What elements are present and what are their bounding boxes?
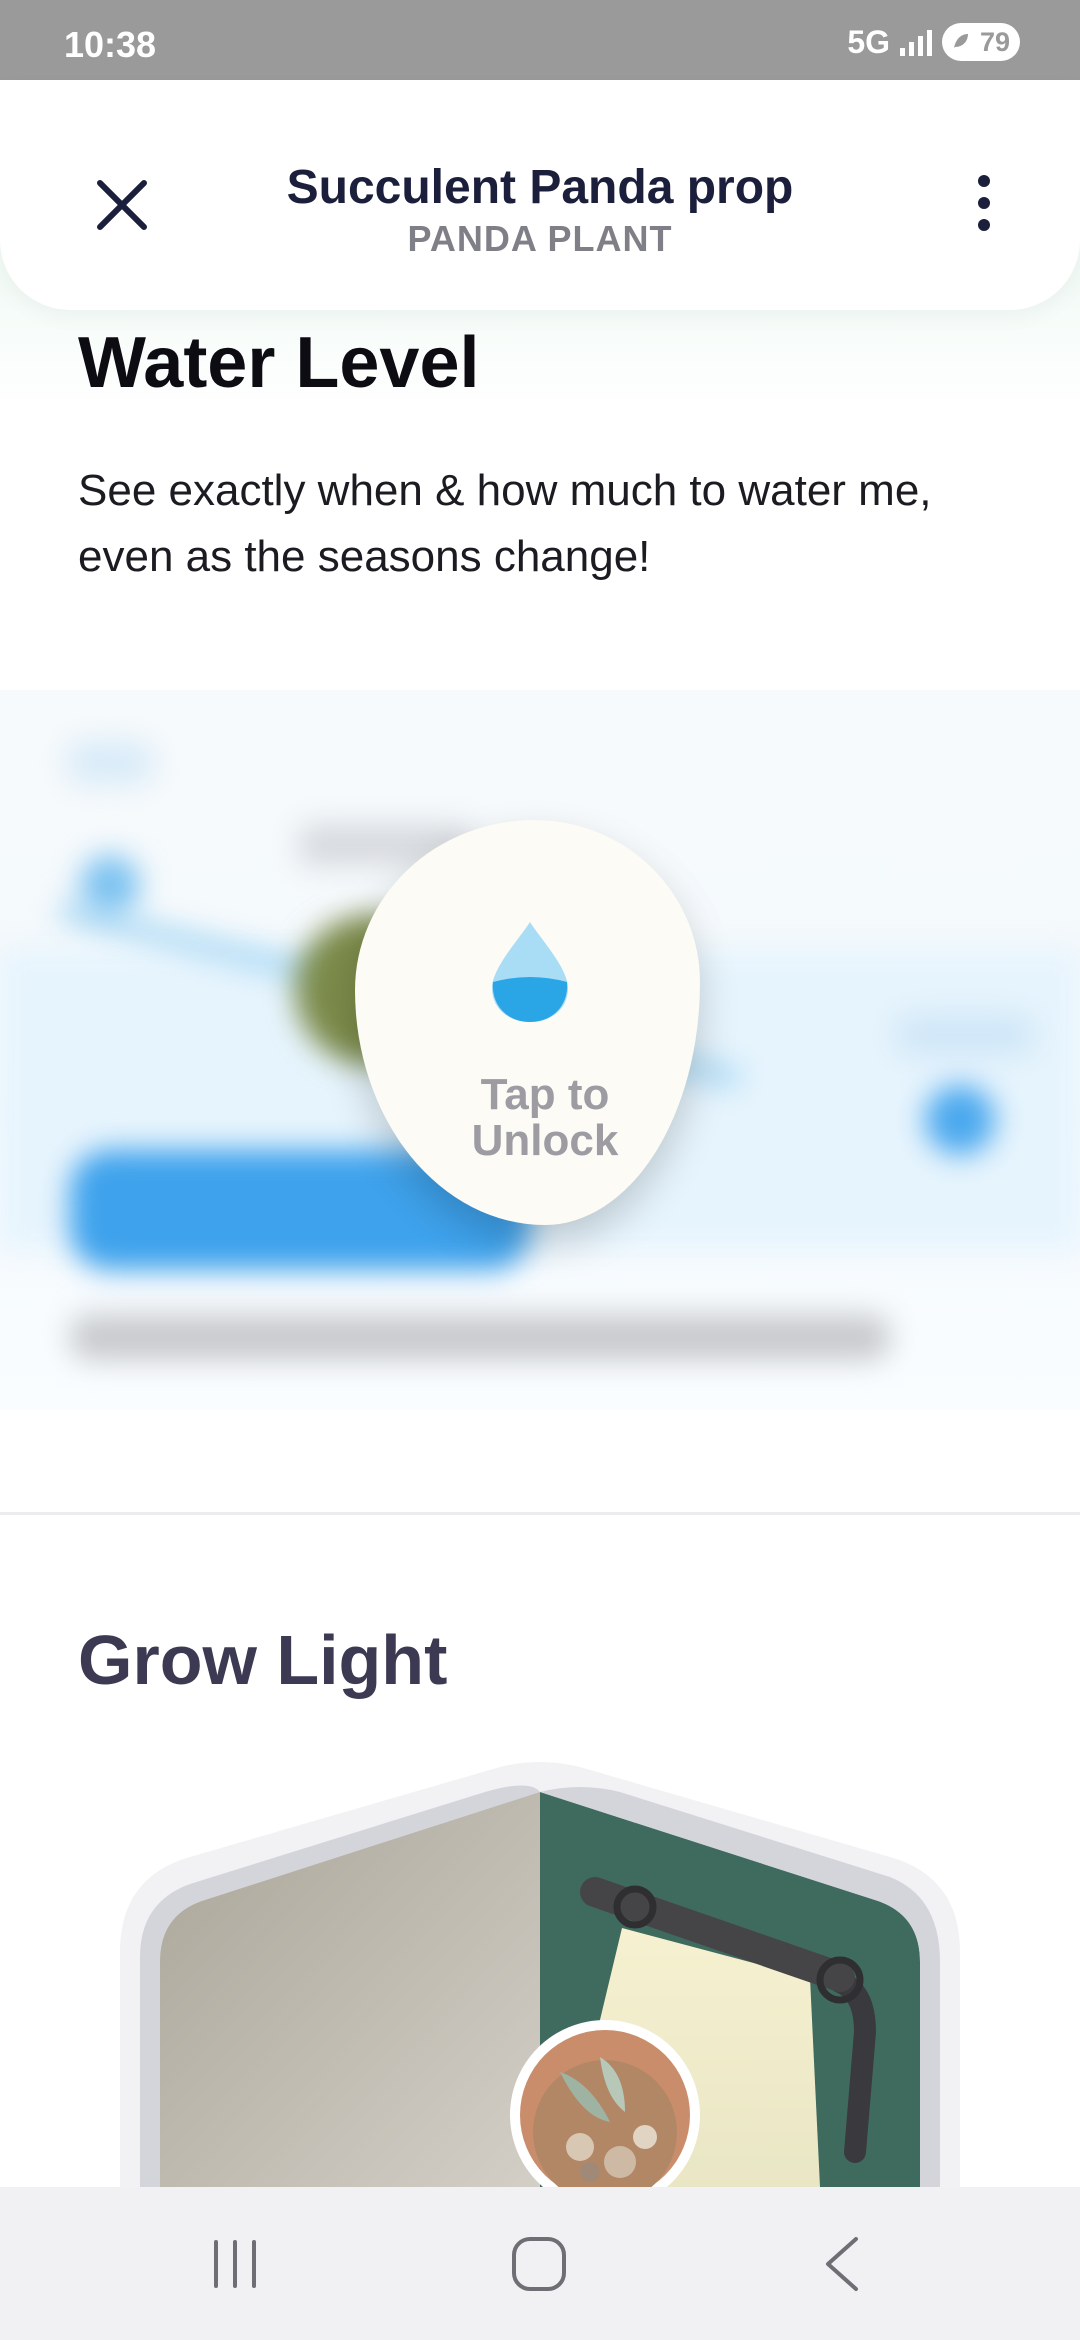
plant-species: PANDA PLANT: [407, 218, 673, 259]
battery-level: 79: [979, 26, 1010, 57]
signal-icon: [900, 28, 932, 56]
battery-saver-icon: [954, 34, 968, 48]
network-type: 5G: [847, 23, 890, 60]
water-level-title: Water Level: [78, 323, 480, 403]
home-icon[interactable]: [510, 2235, 568, 2293]
status-bar: 10:38 5G 79: [0, 0, 1080, 80]
water-level-description: See exactly when & how much to water me,…: [78, 466, 932, 581]
back-icon[interactable]: [822, 2235, 862, 2293]
grow-light-title: Grow Light: [78, 1621, 448, 1699]
more-vertical-icon[interactable]: [966, 173, 1002, 233]
status-indicators: 5G 79: [847, 22, 1020, 62]
water-drop-icon: [492, 922, 568, 1022]
section-divider: [0, 1512, 1080, 1515]
unlock-label: Tap to Unlock: [471, 1070, 619, 1165]
status-time: 10:38: [64, 24, 157, 65]
recents-icon[interactable]: [210, 2238, 260, 2290]
grow-light-illustration: [120, 1762, 960, 2187]
battery-indicator: 79: [942, 23, 1020, 61]
plant-name: Succulent Panda prop: [286, 161, 794, 214]
